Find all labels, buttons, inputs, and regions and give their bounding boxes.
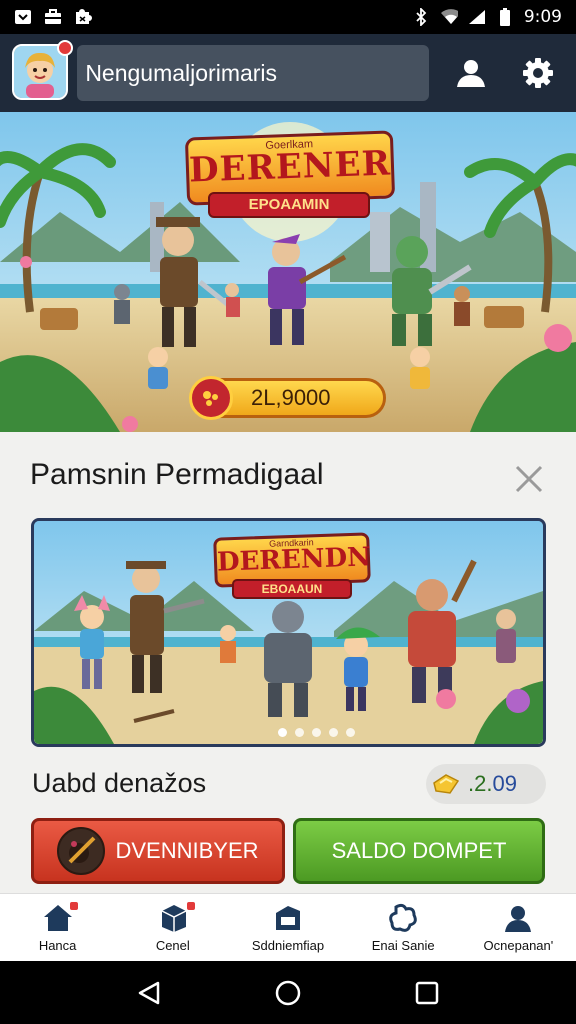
nav-item-channel[interactable]: Cenel <box>115 894 230 961</box>
avatar-button[interactable] <box>12 40 74 102</box>
app-title: Nengumaljorimaris <box>85 59 278 86</box>
box-icon <box>157 902 189 934</box>
nav-badge <box>187 902 196 910</box>
coin-balance-value: 2L,9000 <box>251 385 331 410</box>
nav-label: Sddniemfiap <box>251 938 325 953</box>
home-button[interactable] <box>268 973 308 1013</box>
carousel-dot[interactable] <box>329 728 338 737</box>
puzzle-icon <box>74 9 92 25</box>
nav-label: Cenel <box>155 938 190 953</box>
carousel-dots <box>278 728 355 737</box>
status-time: 9:09 <box>523 7 562 27</box>
bluetooth-icon <box>412 8 430 26</box>
back-icon <box>139 981 160 1004</box>
coin-icon <box>189 376 233 420</box>
system-nav-bar <box>0 961 576 1024</box>
reward-value-suffix: 09 <box>492 771 517 796</box>
battery-icon <box>496 8 514 26</box>
notification-badge <box>57 40 74 56</box>
nav-item-home[interactable]: Hanca <box>0 894 115 961</box>
carousel-dot[interactable] <box>295 728 304 737</box>
reward-value-prefix: .2. <box>468 771 493 796</box>
wifi-icon <box>440 9 458 25</box>
hero-banner[interactable]: Goerlkam DERENER EPOAAMIN 2L,9000 <box>0 112 576 432</box>
profile-button[interactable] <box>445 47 496 99</box>
home-circle-icon <box>275 980 301 1005</box>
briefcase-icon <box>44 9 62 25</box>
person-icon <box>456 60 485 87</box>
building-icon <box>272 902 304 934</box>
carousel-logo-subtitle: EBOAAUN <box>232 579 352 599</box>
nav-label: Hanca <box>38 938 77 953</box>
settings-button[interactable] <box>513 47 564 99</box>
primary-action-label: DVENNIBYER <box>115 838 259 863</box>
carousel-logo-title: DERENDN <box>216 542 372 578</box>
featured-carousel[interactable]: Garndkarin DERENDN EBOAAUN <box>31 518 546 747</box>
carousel-dot[interactable] <box>346 728 355 737</box>
hero-logo-subtitle: EPOAAMIN <box>208 192 370 218</box>
nav-label: Ocnepanan' <box>483 938 554 953</box>
status-bar: 9:09 <box>0 0 576 34</box>
carousel-dot[interactable] <box>312 728 321 737</box>
gem-icon <box>433 774 460 794</box>
battle-icon <box>57 827 106 875</box>
section-title: Pamsnin Permadigaal <box>30 458 324 491</box>
gear-icon <box>523 58 554 88</box>
nav-badge <box>70 902 78 910</box>
reward-balance[interactable]: .2.09 <box>426 764 546 804</box>
signal-icon <box>468 9 486 25</box>
close-button[interactable] <box>512 462 546 496</box>
download-icon <box>14 9 32 25</box>
wallet-balance-button[interactable]: SALDO DOMPET <box>293 818 545 884</box>
recents-button[interactable] <box>407 973 447 1013</box>
home-icon <box>42 902 74 934</box>
reward-label: Uabd denažos <box>32 768 207 798</box>
back-button[interactable] <box>129 973 169 1013</box>
primary-action-button[interactable]: DVENNIBYER <box>31 818 285 884</box>
user-icon <box>502 902 534 934</box>
app-header: Nengumaljorimaris <box>0 34 576 112</box>
close-icon <box>515 465 543 493</box>
nav-label: Enai Sanie <box>371 938 435 953</box>
nav-item-store[interactable]: Sddniemfiap <box>230 894 345 961</box>
wallet-balance-label: SALDO DOMPET <box>331 838 507 863</box>
recents-icon <box>415 981 438 1004</box>
puzzle-icon <box>387 902 419 934</box>
bottom-nav: Hanca Cenel Sddniemfiap Enai Sanie Ocnep… <box>0 893 576 961</box>
hero-logo-title: DERENER <box>188 143 392 191</box>
coin-balance[interactable]: 2L,9000 <box>189 376 386 420</box>
nav-item-games[interactable]: Enai Sanie <box>346 894 461 961</box>
app-title-field[interactable]: Nengumaljorimaris <box>77 45 430 101</box>
nav-item-account[interactable]: Ocnepanan' <box>461 894 576 961</box>
carousel-dot[interactable] <box>278 728 287 737</box>
